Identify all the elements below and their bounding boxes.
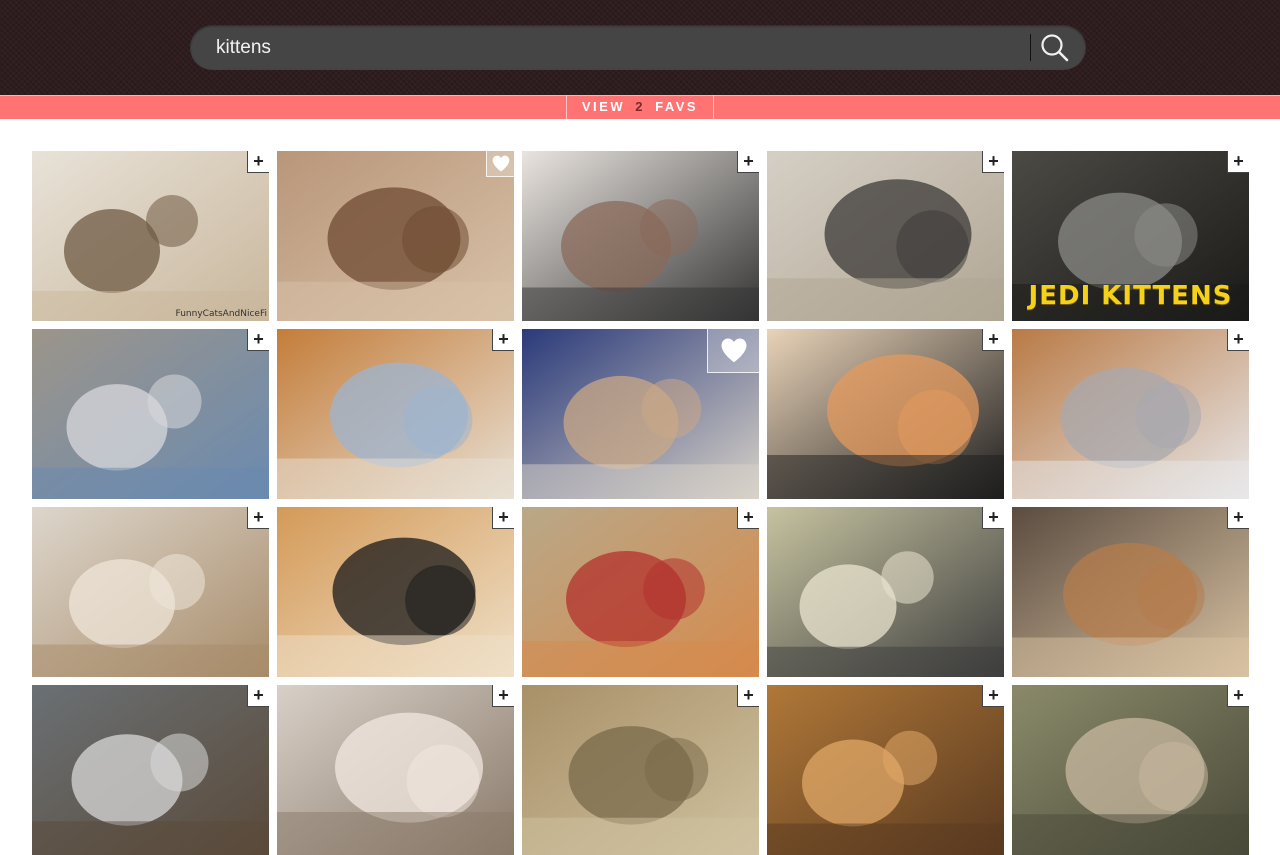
gif-image: [767, 507, 1004, 677]
gif-tile[interactable]: +: [32, 329, 269, 499]
add-to-favs-button[interactable]: +: [1227, 151, 1249, 173]
gif-image: [522, 685, 759, 855]
gif-tile[interactable]: +: [522, 685, 759, 855]
search-icon: [1038, 31, 1072, 65]
gif-image: [1012, 685, 1249, 855]
add-to-favs-button[interactable]: +: [1227, 685, 1249, 707]
gif-tile[interactable]: +: [522, 151, 759, 321]
gif-watermark: FunnyCatsAndNiceFi: [176, 309, 267, 319]
gif-tile[interactable]: +: [1012, 507, 1249, 677]
gif-tile[interactable]: +: [522, 507, 759, 677]
add-to-favs-button[interactable]: +: [737, 685, 759, 707]
gif-image: [1012, 507, 1249, 677]
add-to-favs-button[interactable]: +: [492, 685, 514, 707]
gif-image: [277, 151, 514, 321]
gif-tile[interactable]: [277, 151, 514, 321]
gif-image: [767, 329, 1004, 499]
gif-image: [522, 507, 759, 677]
favs-bar: VIEW 2 FAVS: [0, 95, 1280, 119]
gif-image: [32, 685, 269, 855]
gif-tile[interactable]: +: [767, 507, 1004, 677]
gif-tile[interactable]: +: [277, 329, 514, 499]
gif-tile[interactable]: +: [277, 507, 514, 677]
gif-image: [277, 507, 514, 677]
heart-icon: [491, 154, 511, 174]
gif-tile[interactable]: +: [32, 507, 269, 677]
add-to-favs-button[interactable]: +: [737, 151, 759, 173]
view-favs-prefix: VIEW: [582, 99, 625, 114]
add-to-favs-button[interactable]: +: [247, 507, 269, 529]
gif-tile[interactable]: [522, 329, 759, 499]
gif-image: [277, 685, 514, 855]
gif-tile[interactable]: JEDI KITTENS +: [1012, 151, 1249, 321]
gif-tile[interactable]: +: [1012, 685, 1249, 855]
gif-image: [32, 329, 269, 499]
add-to-favs-button[interactable]: +: [1227, 329, 1249, 351]
gif-image: [1012, 329, 1249, 499]
gif-image: [32, 151, 269, 321]
unfavorite-button[interactable]: [486, 151, 514, 177]
heart-icon: [719, 336, 749, 366]
add-to-favs-button[interactable]: +: [982, 151, 1004, 173]
gif-image: [277, 329, 514, 499]
gif-image: [522, 151, 759, 321]
add-to-favs-button[interactable]: +: [1227, 507, 1249, 529]
gif-tile[interactable]: +: [767, 685, 1004, 855]
search-bar: [190, 25, 1086, 70]
add-to-favs-button[interactable]: +: [492, 329, 514, 351]
gif-image: [767, 151, 1004, 321]
gif-tile[interactable]: +: [767, 329, 1004, 499]
add-to-favs-button[interactable]: +: [982, 685, 1004, 707]
add-to-favs-button[interactable]: +: [247, 151, 269, 173]
view-favs-button[interactable]: VIEW 2 FAVS: [566, 95, 714, 119]
gif-tile[interactable]: +: [277, 685, 514, 855]
add-to-favs-button[interactable]: +: [247, 329, 269, 351]
search-input[interactable]: [216, 25, 1016, 70]
gif-image: [767, 685, 1004, 855]
favs-count: 2: [635, 99, 645, 114]
search-button[interactable]: [1038, 31, 1072, 65]
gif-caption: JEDI KITTENS: [1012, 281, 1249, 311]
add-to-favs-button[interactable]: +: [982, 507, 1004, 529]
gif-tile[interactable]: +: [767, 151, 1004, 321]
header: [0, 0, 1280, 95]
gif-tile[interactable]: +: [1012, 329, 1249, 499]
gif-tile[interactable]: +: [32, 685, 269, 855]
add-to-favs-button[interactable]: +: [737, 507, 759, 529]
view-favs-suffix: FAVS: [655, 99, 698, 114]
gif-image: [32, 507, 269, 677]
add-to-favs-button[interactable]: +: [982, 329, 1004, 351]
add-to-favs-button[interactable]: +: [492, 507, 514, 529]
gif-tile[interactable]: FunnyCatsAndNiceFi +: [32, 151, 269, 321]
add-to-favs-button[interactable]: +: [247, 685, 269, 707]
search-divider: [1030, 34, 1031, 61]
unfavorite-button[interactable]: [707, 329, 759, 373]
